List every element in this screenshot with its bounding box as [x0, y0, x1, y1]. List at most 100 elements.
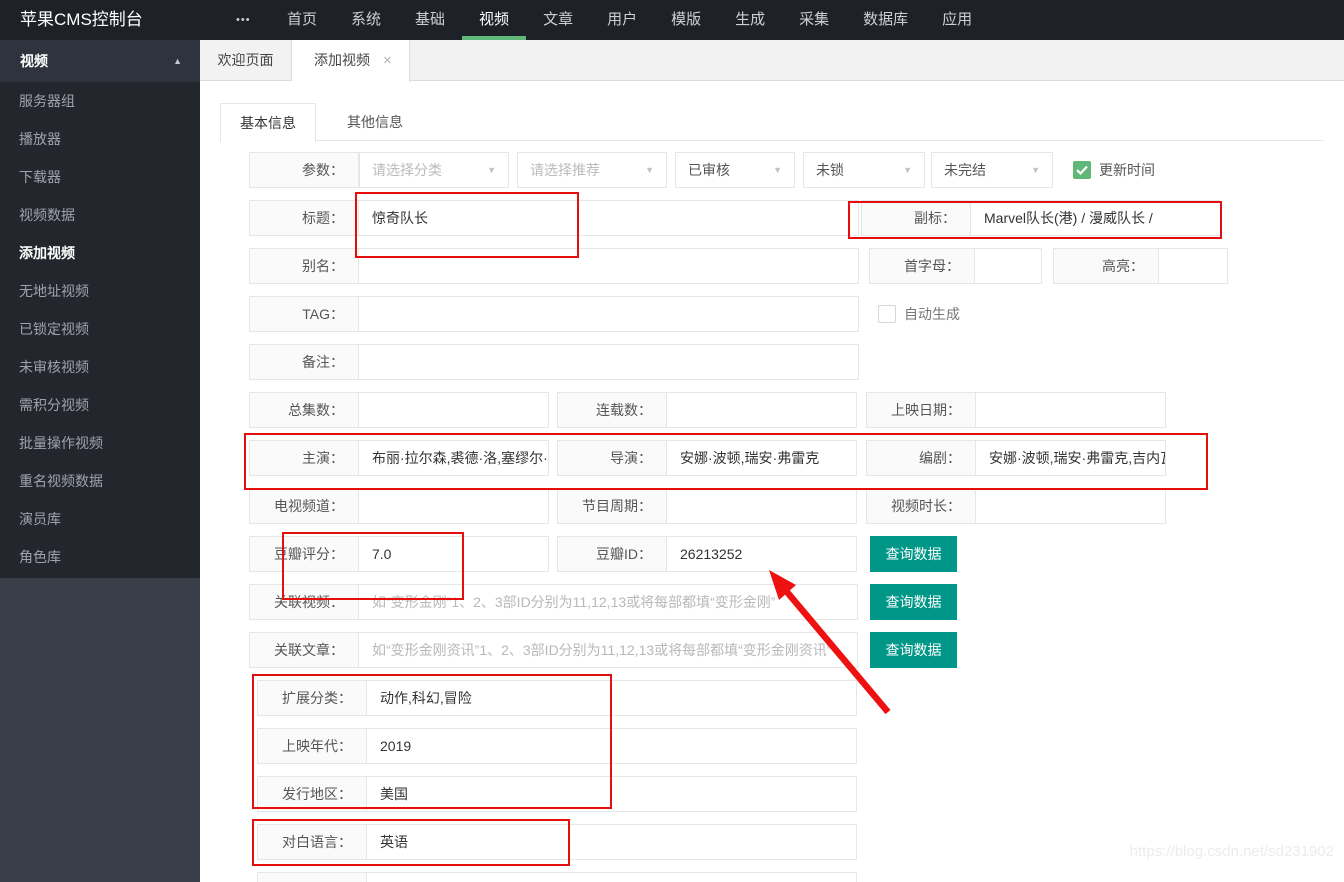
remark-input[interactable]: [359, 345, 858, 379]
query-related-article-button[interactable]: 查询数据: [870, 632, 957, 668]
ext-class-label: 扩展分类：: [258, 681, 367, 715]
related-video-input[interactable]: 如“变形金刚”1、2、3部ID分别为11,12,13或将每部都填“变形金刚”: [359, 585, 857, 619]
sidebar-item-locked-video[interactable]: 已锁定视频: [0, 310, 200, 348]
more-menu-icon[interactable]: •••: [236, 0, 251, 40]
subtitle-input[interactable]: Marvel队长(港) / 漫威队长 /: [971, 201, 1220, 235]
tag-input[interactable]: [359, 297, 858, 331]
sidebar-item-batch-operate[interactable]: 批量操作视频: [0, 424, 200, 462]
tv-channel-input[interactable]: [359, 489, 548, 523]
related-article-input[interactable]: 如“变形金刚资讯”1、2、3部ID分别为11,12,13或将每部都填“变形金刚资…: [359, 633, 857, 667]
check-icon: [1076, 165, 1088, 175]
page-tabbar: 欢迎页面 添加视频×: [200, 40, 1344, 81]
tab-add-video[interactable]: 添加视频×: [292, 40, 410, 82]
highlight-label: 高亮：: [1054, 249, 1159, 283]
chevron-down-icon: ▼: [1031, 165, 1040, 175]
content-tabs: 基本信息 其他信息: [220, 103, 1324, 141]
tab-other-info[interactable]: 其他信息: [316, 103, 434, 141]
writer-input[interactable]: 安娜·波顿,瑞安·弗雷克,吉内瓦: [976, 441, 1165, 475]
nav-item-article[interactable]: 文章: [526, 0, 590, 40]
nav-item-home[interactable]: 首页: [270, 0, 334, 40]
remark-label: 备注：: [250, 345, 359, 379]
dialogue-language-field: 对白语言： 英语: [257, 824, 857, 860]
app-title: 苹果CMS控制台: [20, 0, 143, 40]
dialogue-language-label: 对白语言：: [258, 825, 367, 859]
nav-item-database[interactable]: 数据库: [846, 0, 925, 40]
release-region-field: 发行地区： 美国: [257, 776, 857, 812]
sidebar-item-player[interactable]: 播放器: [0, 120, 200, 158]
tv-channel-field: 电视频道：: [249, 488, 549, 524]
nav-item-user[interactable]: 用户: [590, 0, 654, 40]
chevron-down-icon: ▼: [903, 165, 912, 175]
release-region-input[interactable]: 美国: [367, 777, 856, 811]
duration-input[interactable]: [976, 489, 1165, 523]
auto-generate-checkbox[interactable]: [878, 305, 896, 323]
query-related-video-button[interactable]: 查询数据: [870, 584, 957, 620]
nav-item-generate[interactable]: 生成: [718, 0, 782, 40]
duration-field: 视频时长：: [866, 488, 1166, 524]
chevron-down-icon: ▼: [773, 165, 782, 175]
sidebar-item-unaudited-video[interactable]: 未审核视频: [0, 348, 200, 386]
alias-input[interactable]: [359, 249, 858, 283]
update-time-checkbox[interactable]: [1073, 161, 1091, 179]
topbar: 苹果CMS控制台 ••• 首页 系统 基础 视频 文章 用户 模版 生成 采集 …: [0, 0, 1344, 40]
release-date-field: 上映日期：: [866, 392, 1166, 428]
total-episodes-input[interactable]: [359, 393, 548, 427]
actors-input[interactable]: 布丽·拉尔森,裘德·洛,塞缪尔·杰: [359, 441, 548, 475]
total-episodes-field: 总集数：: [249, 392, 549, 428]
nav-item-video[interactable]: 视频: [462, 0, 526, 40]
sidebar-item-role-library[interactable]: 角色库: [0, 538, 200, 576]
query-douban-button[interactable]: 查询数据: [870, 536, 957, 572]
title-input[interactable]: 惊奇队长: [359, 201, 858, 235]
serial-count-input[interactable]: [667, 393, 856, 427]
sidebar-item-add-video[interactable]: 添加视频: [0, 234, 200, 272]
sidebar-item-downloader[interactable]: 下载器: [0, 158, 200, 196]
top-navigation: 首页 系统 基础 视频 文章 用户 模版 生成 采集 数据库 应用: [270, 0, 989, 40]
tab-basic-info[interactable]: 基本信息: [220, 103, 316, 142]
sidebar-item-points-video[interactable]: 需积分视频: [0, 386, 200, 424]
recommend-select[interactable]: 请选择推荐▼: [517, 152, 667, 188]
initial-input[interactable]: [975, 249, 1041, 283]
ext-class-input[interactable]: 动作,科幻,冒险: [367, 681, 856, 715]
douban-id-input[interactable]: 26213252: [667, 537, 856, 571]
release-date-label: 上映日期：: [867, 393, 976, 427]
sidebar-item-video-data[interactable]: 视频数据: [0, 196, 200, 234]
program-cycle-input[interactable]: [667, 489, 856, 523]
sidebar-item-server-group[interactable]: 服务器组: [0, 82, 200, 120]
director-input[interactable]: 安娜·波顿,瑞安·弗雷克: [667, 441, 856, 475]
tab-close-icon[interactable]: ×: [383, 52, 392, 69]
douban-score-input[interactable]: 7.0: [359, 537, 548, 571]
ext-class-field: 扩展分类： 动作,科幻,冒险: [257, 680, 857, 716]
nav-item-app[interactable]: 应用: [925, 0, 989, 40]
sidebar-item-actor-library[interactable]: 演员库: [0, 500, 200, 538]
category-select[interactable]: 请选择分类▼: [359, 152, 509, 188]
tab-welcome-page[interactable]: 欢迎页面: [200, 40, 292, 81]
nav-item-system[interactable]: 系统: [334, 0, 398, 40]
sidebar-item-no-address-video[interactable]: 无地址视频: [0, 272, 200, 310]
actors-field: 主演： 布丽·拉尔森,裘德·洛,塞缪尔·杰: [249, 440, 549, 476]
partial-bottom-field: [257, 872, 857, 882]
lock-status-select[interactable]: 未锁▼: [803, 152, 925, 188]
finish-status-select[interactable]: 未完结▼: [931, 152, 1053, 188]
watermark-text: https://blog.csdn.net/sd231902: [1130, 843, 1334, 860]
initial-label: 首字母：: [870, 249, 975, 283]
highlight-input[interactable]: [1159, 249, 1227, 283]
audit-status-select[interactable]: 已审核▼: [675, 152, 795, 188]
nav-item-collect[interactable]: 采集: [782, 0, 846, 40]
collapse-caret-icon: ▲: [173, 40, 182, 82]
dialogue-language-input[interactable]: 英语: [367, 825, 856, 859]
douban-id-field: 豆瓣ID： 26213252: [557, 536, 857, 572]
subtitle-field: 副标： Marvel队长(港) / 漫威队长 /: [861, 200, 1221, 236]
partial-bottom-label: [258, 873, 367, 882]
partial-bottom-input[interactable]: [367, 873, 856, 882]
sidebar-group-video[interactable]: 视频 ▲: [0, 40, 200, 82]
douban-score-label: 豆瓣评分：: [250, 537, 359, 571]
page: 苹果CMS控制台 ••• 首页 系统 基础 视频 文章 用户 模版 生成 采集 …: [0, 0, 1344, 882]
nav-item-basic[interactable]: 基础: [398, 0, 462, 40]
release-date-input[interactable]: [976, 393, 1165, 427]
actors-label: 主演：: [250, 441, 359, 475]
alias-field: 别名：: [249, 248, 859, 284]
sidebar-item-duplicate-video[interactable]: 重名视频数据: [0, 462, 200, 500]
tv-channel-label: 电视频道：: [250, 489, 359, 523]
nav-item-template[interactable]: 模版: [654, 0, 718, 40]
release-year-input[interactable]: 2019: [367, 729, 856, 763]
